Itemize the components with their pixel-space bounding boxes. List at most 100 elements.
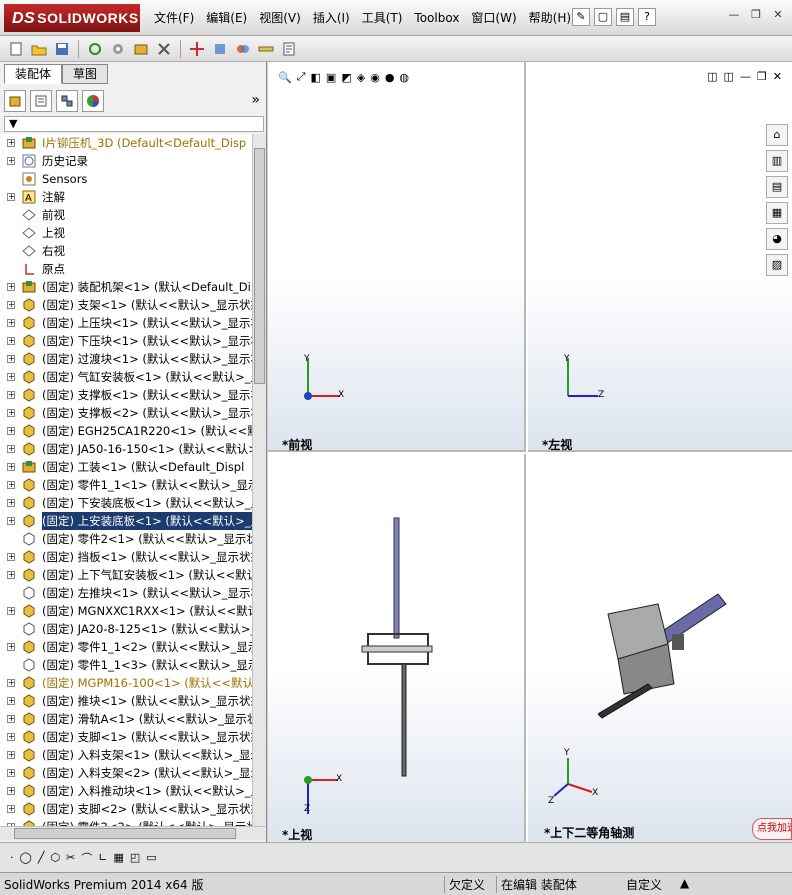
tree-item[interactable]: + (固定) 上压块<1> (默认<<默认>_显示状 — [0, 314, 252, 332]
expand-toggle-icon[interactable]: + — [7, 517, 15, 525]
tree-item[interactable]: + (固定) 支脚<1> (默认<<默认>_显示状态 — [0, 728, 252, 746]
tree-item[interactable]: + (固定) 过渡块<1> (默认<<默认>_显示状 — [0, 350, 252, 368]
tree-item[interactable]: 前视 — [0, 206, 252, 224]
menu-edit[interactable]: 编辑(E) — [200, 8, 253, 28]
viewport-front[interactable]: 🔍 ⤢ ◧ ▣ ◩ ◈ ◉ ● ◍ Y X *前视 — [268, 62, 526, 452]
interference-icon[interactable] — [233, 39, 253, 59]
tree-item[interactable]: (固定) 零件1_1<3> (默认<<默认>_显示 — [0, 656, 252, 674]
tree-item[interactable]: + (固定) 上下气缸安装板<1> (默认<<默认 — [0, 566, 252, 584]
tree-item[interactable]: + (固定) 入料推动块<1> (默认<<默认>_显 — [0, 782, 252, 800]
expand-toggle-icon[interactable]: + — [7, 499, 15, 507]
hide-show-icon[interactable]: ◉ — [370, 71, 380, 84]
tree-item[interactable]: + (固定) 上安装底板<1> (默认<<默认>_显 — [0, 512, 252, 530]
section-view-icon[interactable]: ▣ — [326, 71, 336, 84]
feature-manager-icon[interactable] — [4, 90, 26, 112]
tree-filter[interactable]: ▼ — [4, 116, 264, 132]
expand-toggle-icon[interactable]: + — [7, 643, 15, 651]
arc-icon[interactable]: ⌒ — [81, 850, 92, 866]
new-icon[interactable] — [6, 39, 26, 59]
scene-icon[interactable]: ◍ — [399, 71, 409, 84]
open-folder-icon[interactable]: ▤ — [616, 8, 634, 26]
move-component-icon[interactable] — [187, 39, 207, 59]
expand-toggle-icon[interactable]: + — [7, 733, 15, 741]
tree-item[interactable]: + (固定) 挡板<1> (默认<<默认>_显示状态 — [0, 548, 252, 566]
display-manager-icon[interactable] — [82, 90, 104, 112]
menu-tools[interactable]: 工具(T) — [356, 8, 409, 28]
pin-icon[interactable]: ✎ — [572, 8, 590, 26]
help-icon[interactable]: ? — [638, 8, 656, 26]
minimize-icon[interactable]: — — [726, 8, 742, 22]
appearances-icon[interactable]: ◕ — [766, 228, 788, 250]
tree-horizontal-scrollbar[interactable] — [0, 826, 266, 840]
tree-item[interactable]: + (固定) 支架<1> (默认<<默认>_显示状态 — [0, 296, 252, 314]
expand-toggle-icon[interactable]: + — [7, 679, 15, 687]
viewport-left[interactable]: ◫ ◫ — ❐ ✕ Y Z *左视 — [528, 62, 792, 452]
expand-toggle-icon[interactable]: + — [7, 715, 15, 723]
tree-item[interactable]: +(固定) 零件2<2> (默认<<默认>_显示状 — [0, 818, 252, 826]
zoom-area-icon[interactable]: ⤢ — [297, 70, 306, 84]
menu-insert[interactable]: 插入(I) — [307, 8, 356, 28]
solidworks-logo[interactable]: DS SOLIDWORKS — [4, 4, 140, 32]
expand-toggle-icon[interactable]: + — [7, 607, 15, 615]
link-views-icon[interactable]: ◫ — [707, 70, 717, 83]
tab-sketch[interactable]: 草图 — [62, 64, 109, 84]
expand-toggle-icon[interactable]: + — [7, 193, 15, 201]
tree-vertical-scrollbar[interactable] — [252, 134, 266, 826]
restore-icon[interactable]: ❐ — [748, 8, 764, 22]
line-icon[interactable]: ╱ — [38, 851, 45, 864]
tree-item[interactable]: 上视 — [0, 224, 252, 242]
expand-toggle-icon[interactable]: + — [7, 283, 15, 291]
custom-properties-icon[interactable]: ▨ — [766, 254, 788, 276]
tree-item[interactable]: + (固定) 下压块<1> (默认<<默认>_显示状 — [0, 332, 252, 350]
tree-item[interactable]: + (固定) MGPM16-100<1> (默认<<默认 — [0, 674, 252, 692]
restore-icon[interactable]: ❐ — [757, 70, 767, 83]
expand-toggle-icon[interactable]: + — [7, 463, 15, 471]
tree-item[interactable]: + 历史记录 — [0, 152, 252, 170]
file-explorer-icon[interactable]: ▤ — [766, 176, 788, 198]
tree-item[interactable]: + (固定) MGNXXC1RXX<1> (默认<<默认>_ — [0, 602, 252, 620]
view-palette-icon[interactable]: ▦ — [766, 202, 788, 224]
tree-item[interactable]: + (固定) 气缸安装板<1> (默认<<默认>_显 — [0, 368, 252, 386]
tree-item[interactable]: + (固定) EGH25CA1R220<1> (默认<<默认 — [0, 422, 252, 440]
expand-toggle-icon[interactable]: + — [7, 427, 15, 435]
expand-toggle-icon[interactable]: + — [7, 481, 15, 489]
expand-toggle-icon[interactable]: + — [7, 751, 15, 759]
component-icon[interactable] — [131, 39, 151, 59]
expand-toggle-icon[interactable]: + — [7, 553, 15, 561]
rebuild-icon[interactable] — [85, 39, 105, 59]
section-icon[interactable]: ▭ — [146, 851, 156, 864]
tree-item[interactable]: Sensors — [0, 170, 252, 188]
fillet-icon[interactable]: ∟ — [98, 851, 107, 864]
menu-window[interactable]: 窗口(W) — [465, 8, 522, 28]
property-icon[interactable] — [279, 39, 299, 59]
expand-toggle-icon[interactable]: + — [7, 301, 15, 309]
expand-toggle-icon[interactable]: + — [7, 319, 15, 327]
close-icon[interactable]: ✕ — [773, 70, 782, 83]
tree-item[interactable]: + (固定) 零件1_1<2> (默认<<默认>_显示 — [0, 638, 252, 656]
scrollbar-thumb[interactable] — [14, 828, 236, 839]
configuration-manager-icon[interactable] — [56, 90, 78, 112]
viewport-isometric[interactable]: Y X Z *上下二等角轴测 — [528, 454, 792, 842]
tree-item[interactable]: + (固定) 入料支架<2> (默认<<默认>_显示 — [0, 764, 252, 782]
expand-toggle-icon[interactable]: + — [7, 139, 15, 147]
tree-item[interactable]: + (固定) 支脚<2> (默认<<默认>_显示状态 — [0, 800, 252, 818]
zoom-fit-icon[interactable]: 🔍 — [278, 71, 292, 84]
units-selector[interactable]: 自定义 — [626, 876, 662, 893]
previous-view-icon[interactable]: ◧ — [311, 71, 321, 84]
expand-toggle-icon[interactable]: + — [7, 697, 15, 705]
grid-icon[interactable]: ▦ — [113, 851, 123, 864]
expand-toggle-icon[interactable]: + — [7, 787, 15, 795]
home-icon[interactable]: ⌂ — [766, 124, 788, 146]
tab-assembly[interactable]: 装配体 — [4, 64, 63, 84]
expand-toggle-icon[interactable]: + — [7, 157, 15, 165]
chevron-up-icon[interactable]: ▲ — [680, 876, 689, 890]
expand-toggle-icon[interactable]: + — [7, 373, 15, 381]
explode-icon[interactable] — [210, 39, 230, 59]
tree-item[interactable]: + (固定) 支撑板<1> (默认<<默认>_显示状 — [0, 386, 252, 404]
expand-toggle-icon[interactable]: + — [7, 355, 15, 363]
expand-toggle-icon[interactable]: + — [7, 391, 15, 399]
circle-icon[interactable]: ◯ — [20, 851, 32, 864]
tree-item[interactable]: 原点 — [0, 260, 252, 278]
more-tabs-icon[interactable]: » — [251, 92, 260, 108]
filter-icon[interactable]: ▼ — [9, 117, 17, 130]
